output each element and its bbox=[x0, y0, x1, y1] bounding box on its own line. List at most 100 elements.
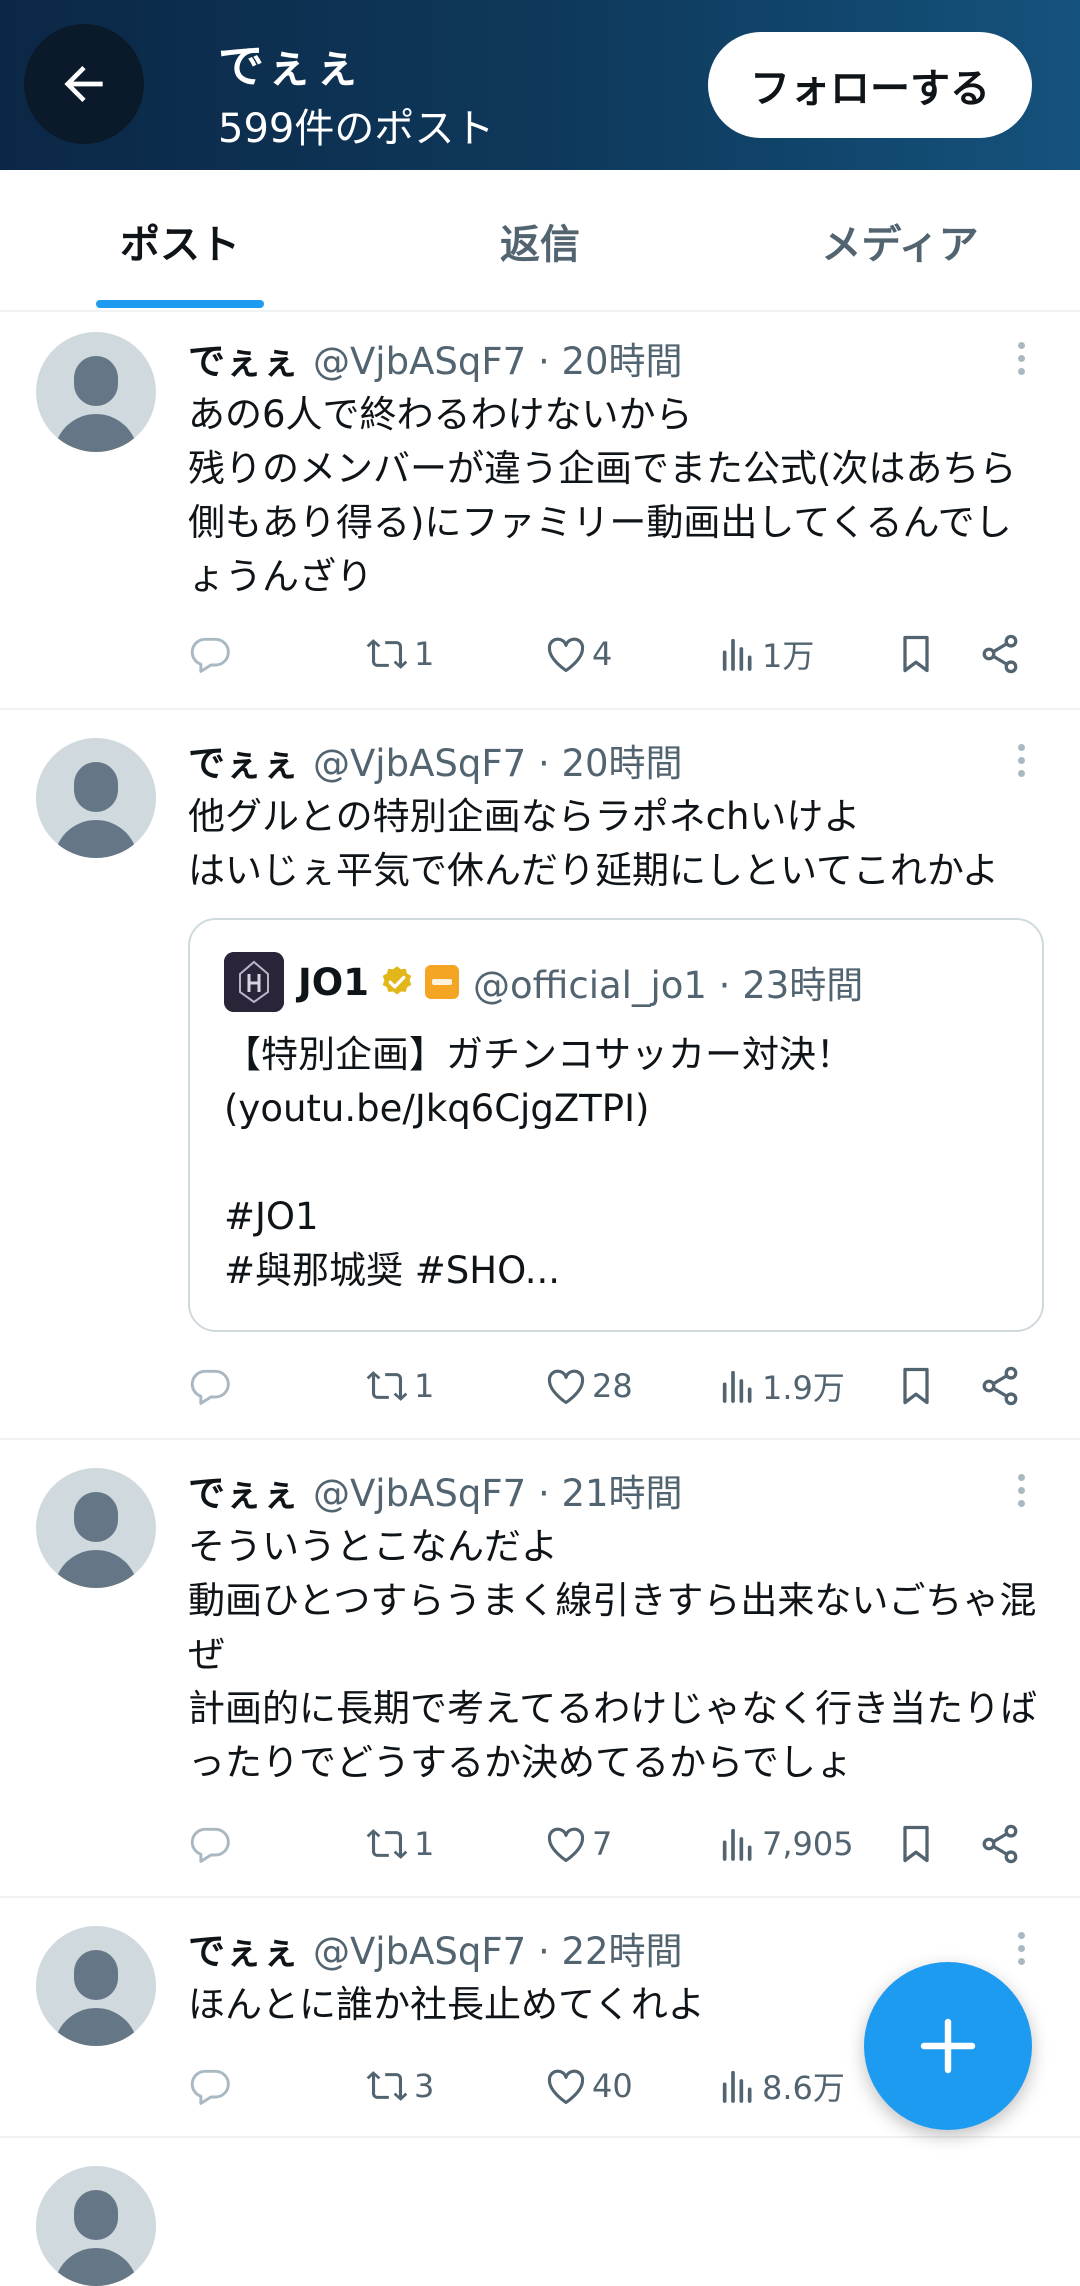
share-button[interactable] bbox=[978, 1814, 1022, 1874]
like-button[interactable]: 7 bbox=[544, 1814, 612, 1874]
quoted-tweet-card[interactable]: JO1 @official_jo1 · 23時間 【特別企画】ガチンコサッカー対… bbox=[188, 918, 1044, 1332]
jo1-logo-icon bbox=[224, 952, 284, 1012]
reply-button[interactable] bbox=[188, 624, 236, 684]
tweet-header: でぇぇ @VjbASqF7 · 21時間 bbox=[188, 1463, 683, 1517]
like-button[interactable]: 4 bbox=[544, 624, 612, 684]
tweet-author-name[interactable]: でぇぇ bbox=[188, 331, 299, 385]
view-count: 1.9万 bbox=[762, 1369, 845, 1407]
like-count: 40 bbox=[592, 2067, 633, 2105]
tweet-handle-time: @VjbASqF7 · 22時間 bbox=[313, 1930, 683, 1973]
retweet-icon bbox=[366, 2071, 408, 2101]
retweet-button[interactable]: 1 bbox=[364, 1356, 434, 1416]
back-button[interactable] bbox=[24, 24, 144, 144]
tweet-actions: 1 28 1.9万 bbox=[188, 1356, 1048, 1416]
retweet-icon bbox=[366, 639, 408, 669]
share-button[interactable] bbox=[978, 1356, 1022, 1416]
bookmark-button[interactable] bbox=[894, 624, 938, 684]
reply-bubble-icon bbox=[190, 1827, 230, 1863]
retweet-button[interactable]: 1 bbox=[364, 1814, 434, 1874]
avatar[interactable] bbox=[36, 2166, 156, 2286]
like-count: 28 bbox=[592, 1367, 633, 1405]
like-button[interactable]: 40 bbox=[544, 2056, 633, 2116]
bookmark-button[interactable] bbox=[894, 1814, 938, 1874]
retweet-count: 1 bbox=[414, 635, 435, 673]
bookmark-icon bbox=[903, 635, 929, 673]
plus-icon bbox=[920, 2018, 976, 2074]
views-button[interactable]: 1.9万 bbox=[718, 1356, 845, 1416]
active-tab-indicator bbox=[96, 300, 264, 308]
like-button[interactable]: 28 bbox=[544, 1356, 633, 1416]
tab-media[interactable]: メディア bbox=[780, 170, 1020, 312]
views-button[interactable]: 1万 bbox=[718, 624, 814, 684]
heart-icon bbox=[547, 1369, 585, 1405]
tweet-header: でぇぇ @VjbASqF7 · 22時間 bbox=[188, 1921, 683, 1975]
like-count: 4 bbox=[592, 635, 613, 673]
heart-icon bbox=[547, 1827, 585, 1863]
tweet-handle-time: @VjbASqF7 · 21時間 bbox=[313, 1472, 683, 1515]
tweet-text: あの6人で終わるわけないから 残りのメンバーが違う企画でまた公式(次はあちら側も… bbox=[188, 393, 1017, 598]
tweet-author-name[interactable]: でぇぇ bbox=[188, 1921, 299, 1975]
share-button[interactable] bbox=[978, 624, 1022, 684]
affiliate-badge-icon bbox=[424, 965, 459, 999]
more-options-icon[interactable] bbox=[1006, 1466, 1036, 1514]
retweet-count: 1 bbox=[414, 1367, 435, 1405]
like-count: 7 bbox=[592, 1825, 613, 1863]
retweet-icon bbox=[366, 1371, 408, 1401]
quoted-avatar[interactable] bbox=[224, 952, 284, 1012]
tweet-text: そういうとこなんだよ 動画ひとつすらうまく線引きすら出来ないごちゃ混ぜ 計画的に… bbox=[188, 1525, 1038, 1784]
retweet-count: 3 bbox=[414, 2067, 435, 2105]
tweet-author-name[interactable]: でぇぇ bbox=[188, 733, 299, 787]
bookmark-button[interactable] bbox=[894, 1356, 938, 1416]
avatar[interactable] bbox=[36, 1468, 156, 1588]
tweet[interactable]: でぇぇ @VjbASqF7 · 21時間 そういうとこなんだよ 動画ひとつすらう… bbox=[0, 1440, 1080, 1898]
retweet-count: 1 bbox=[414, 1825, 435, 1863]
tweet[interactable]: でぇぇ @VjbASqF7 · 20時間 あの6人で終わるわけないから 残りのメ… bbox=[0, 312, 1080, 710]
tab-posts[interactable]: ポスト bbox=[60, 170, 300, 312]
tweet-text: 他グルとの特別企画ならラポネchいけよ はいじぇ平気で休んだり延期にしといてこれ… bbox=[188, 795, 1000, 892]
tweet[interactable]: でぇぇ @VjbASqF7 · 20時間 他グルとの特別企画ならラポネchいけよ… bbox=[0, 710, 1080, 1440]
profile-tabs: ポスト 返信 メディア bbox=[0, 170, 1080, 312]
share-icon bbox=[982, 1824, 1018, 1864]
quoted-header: JO1 @official_jo1 · 23時間 bbox=[298, 950, 863, 1014]
tweet-header: でぇぇ @VjbASqF7 · 20時間 bbox=[188, 733, 683, 787]
avatar[interactable] bbox=[36, 738, 156, 858]
heart-icon bbox=[547, 637, 585, 673]
reply-button[interactable] bbox=[188, 2056, 236, 2116]
tweet-actions: 1 4 1万 bbox=[188, 624, 1048, 684]
compose-button[interactable] bbox=[864, 1962, 1032, 2130]
views-chart-icon bbox=[722, 2070, 752, 2103]
more-options-icon[interactable] bbox=[1006, 1924, 1036, 1972]
tweet-handle-time: @VjbASqF7 · 20時間 bbox=[313, 340, 683, 383]
avatar[interactable] bbox=[36, 1926, 156, 2046]
tab-replies[interactable]: 返信 bbox=[420, 170, 660, 312]
arrow-left-icon bbox=[64, 66, 103, 102]
bookmark-icon bbox=[903, 1367, 929, 1405]
quoted-text: 【特別企画】ガチンコサッカー対決！ (youtu.be/Jkq6CjgZTPI)… bbox=[224, 1033, 853, 1292]
views-chart-icon bbox=[722, 1828, 752, 1861]
more-options-icon[interactable] bbox=[1006, 334, 1036, 382]
quoted-handle-time: @official_jo1 · 23時間 bbox=[472, 964, 864, 1007]
retweet-icon bbox=[366, 1829, 408, 1859]
view-count: 7,905 bbox=[762, 1825, 854, 1863]
tweet-handle-time: @VjbASqF7 · 20時間 bbox=[313, 742, 683, 785]
views-chart-icon bbox=[722, 638, 752, 671]
reply-bubble-icon bbox=[190, 637, 230, 673]
follow-button[interactable]: フォローする bbox=[708, 32, 1032, 138]
reply-button[interactable] bbox=[188, 1356, 236, 1416]
avatar[interactable] bbox=[36, 332, 156, 452]
tweet-actions: 1 7 7,905 bbox=[188, 1814, 1048, 1874]
share-icon bbox=[982, 634, 1018, 674]
tweet-author-name[interactable]: でぇぇ bbox=[188, 1463, 299, 1517]
retweet-button[interactable]: 3 bbox=[364, 2056, 434, 2116]
views-button[interactable]: 7,905 bbox=[718, 1814, 854, 1874]
reply-bubble-icon bbox=[190, 2069, 230, 2105]
tweet[interactable] bbox=[0, 2138, 1080, 2286]
retweet-button[interactable]: 1 bbox=[364, 624, 434, 684]
reply-button[interactable] bbox=[188, 1814, 236, 1874]
heart-icon bbox=[547, 2069, 585, 2105]
views-chart-icon bbox=[722, 1370, 752, 1403]
more-options-icon[interactable] bbox=[1006, 736, 1036, 784]
profile-display-name: でぇぇ bbox=[218, 39, 362, 93]
quoted-author-name[interactable]: JO1 bbox=[298, 961, 369, 1004]
views-button[interactable]: 8.6万 bbox=[718, 2056, 845, 2116]
